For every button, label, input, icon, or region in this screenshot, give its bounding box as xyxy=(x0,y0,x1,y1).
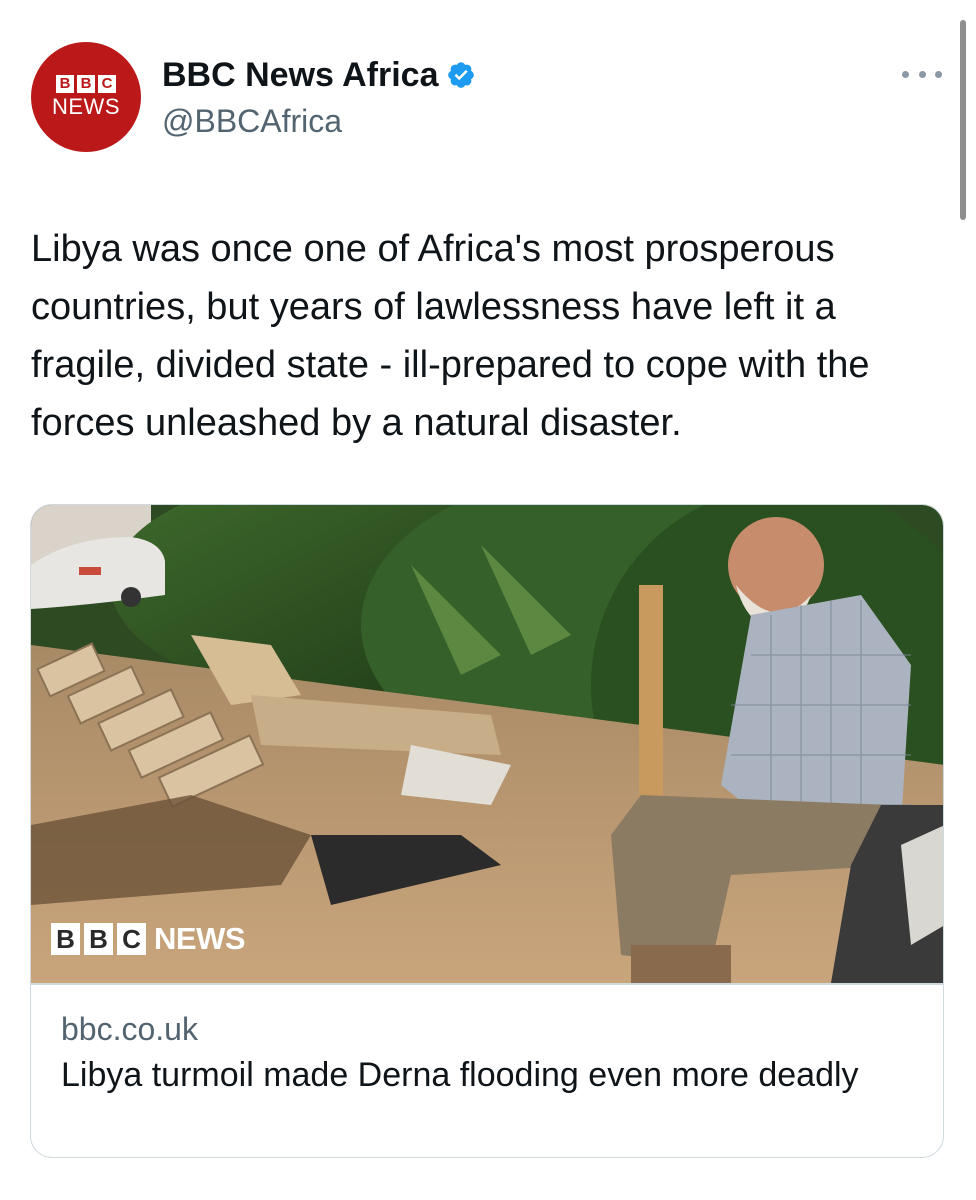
watermark-block: B xyxy=(51,923,80,955)
bbc-logo-blocks: B B C xyxy=(56,75,116,93)
tweet-text: Libya was once one of Africa's most pros… xyxy=(31,228,870,444)
logo-block: B xyxy=(77,75,95,93)
scrollbar[interactable] xyxy=(960,20,966,220)
card-domain: bbc.co.uk xyxy=(61,1011,198,1047)
watermark-block: C xyxy=(117,923,146,955)
article-photo[interactable] xyxy=(31,505,944,983)
card-divider xyxy=(31,983,943,985)
card-title[interactable]: Libya turmoil made Derna flooding even m… xyxy=(61,1053,901,1097)
verified-badge-icon xyxy=(448,62,475,88)
watermark-word: NEWS xyxy=(154,921,246,956)
dot xyxy=(918,70,926,78)
logo-block: B xyxy=(56,75,74,93)
link-card[interactable]: B B C NEWS bbc.co.uk Libya turmoil made … xyxy=(30,504,944,1158)
logo-word: NEWS xyxy=(52,94,120,119)
dot xyxy=(935,70,942,78)
bbc-news-watermark: B B C NEWS xyxy=(51,921,246,956)
logo-block: C xyxy=(98,75,116,93)
author-handle[interactable]: @BBCAfrica xyxy=(162,101,342,141)
watermark-block: B xyxy=(84,923,113,955)
author-avatar[interactable]: B B C NEWS xyxy=(31,42,141,152)
more-options-icon[interactable] xyxy=(902,62,942,86)
author-display-name[interactable]: BBC News Africa xyxy=(162,55,476,95)
tweet: B B C NEWS BBC News Africa @BBCAfrica Li… xyxy=(0,0,976,1200)
dot xyxy=(902,70,909,78)
display-name-text: BBC News Africa xyxy=(162,56,439,94)
